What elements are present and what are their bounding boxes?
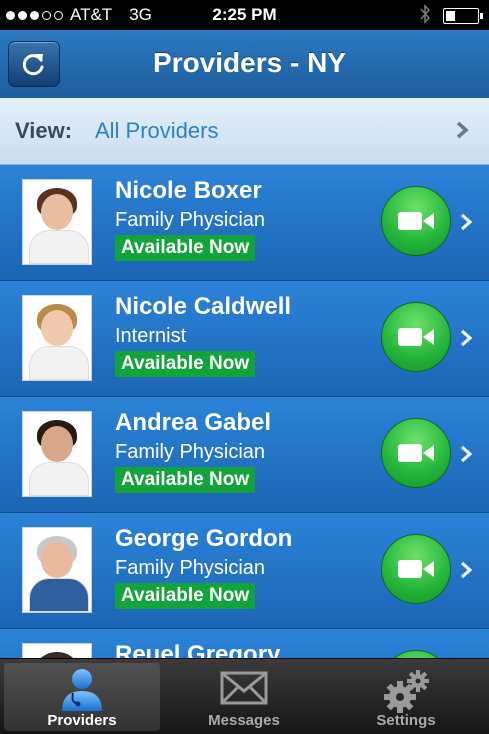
battery-level: [446, 11, 455, 21]
provider-photo: [22, 527, 92, 613]
chevron-right-icon: [461, 561, 473, 579]
refresh-icon: [22, 54, 44, 76]
bluetooth-icon: [420, 4, 431, 24]
provider-row[interactable]: Nicole Boxer Family Physician Available …: [0, 165, 489, 281]
provider-specialty: Family Physician: [115, 557, 266, 579]
battery-icon: [443, 8, 483, 24]
provider-photo: [22, 643, 92, 658]
chevron-right-icon: [461, 213, 473, 231]
tab-providers[interactable]: Providers: [4, 663, 160, 731]
provider-row[interactable]: Nicole Caldwell Internist Available Now: [0, 281, 489, 397]
provider-specialty: Internist: [115, 325, 187, 347]
photo-face: [41, 542, 73, 578]
video-camera-icon: [398, 328, 434, 346]
provider-name: Nicole Boxer: [115, 177, 262, 204]
photo-body: [29, 462, 89, 496]
availability-badge: Available Now: [115, 467, 256, 493]
provider-specialty: Family Physician: [115, 209, 266, 231]
tab-settings[interactable]: Settings: [328, 663, 484, 731]
provider-photo: [22, 411, 92, 497]
tab-bar: Providers Messages Settings: [0, 658, 489, 734]
provider-photo: [22, 179, 92, 265]
provider-list: Nicole Boxer Family Physician Available …: [0, 165, 489, 658]
provider-row[interactable]: Reuel Gregory: [0, 629, 489, 658]
doctor-icon: [62, 669, 102, 711]
chevron-right-icon: [456, 121, 469, 139]
chevron-right-icon: [461, 445, 473, 463]
tab-messages[interactable]: Messages: [166, 663, 322, 731]
photo-body: [29, 346, 89, 380]
provider-name: Andrea Gabel: [115, 409, 272, 436]
video-call-button[interactable]: [381, 418, 451, 488]
photo-body: [29, 578, 89, 612]
availability-badge: Available Now: [115, 351, 256, 377]
view-value: All Providers: [95, 118, 219, 143]
provider-specialty: Family Physician: [115, 441, 266, 463]
view-filter-row[interactable]: View: All Providers: [0, 98, 489, 165]
provider-name: Nicole Caldwell: [115, 293, 292, 320]
envelope-icon: [220, 671, 268, 705]
photo-body: [29, 230, 89, 264]
status-time: 2:25 PM: [212, 5, 277, 24]
availability-badge: Available Now: [115, 583, 256, 609]
video-call-button[interactable]: [381, 302, 451, 372]
chevron-right-icon: [461, 329, 473, 347]
page-title: Providers - NY: [153, 47, 346, 78]
video-camera-icon: [398, 212, 434, 230]
tab-label: Messages: [208, 712, 280, 729]
provider-name: Reuel Gregory: [115, 641, 281, 658]
availability-badge: Available Now: [115, 235, 256, 261]
video-camera-icon: [398, 444, 434, 462]
video-call-button[interactable]: [381, 186, 451, 256]
gears-icon: [384, 670, 429, 713]
navigation-bar: Providers - NY: [0, 30, 489, 99]
video-call-button[interactable]: [381, 534, 451, 604]
refresh-button[interactable]: [8, 41, 60, 87]
video-camera-icon: [398, 560, 434, 578]
view-label: View:: [15, 118, 73, 143]
photo-face: [41, 310, 73, 346]
provider-row[interactable]: Andrea Gabel Family Physician Available …: [0, 397, 489, 513]
provider-row[interactable]: George Gordon Family Physician Available…: [0, 513, 489, 629]
video-call-button[interactable]: [381, 650, 451, 658]
tab-label: Providers: [47, 712, 117, 729]
status-bar: AT&T 3G 2:25 PM: [0, 0, 489, 30]
photo-face: [41, 194, 73, 230]
photo-face: [41, 426, 73, 462]
provider-name: George Gordon: [115, 525, 293, 552]
provider-photo: [22, 295, 92, 381]
tab-label: Settings: [376, 712, 436, 729]
